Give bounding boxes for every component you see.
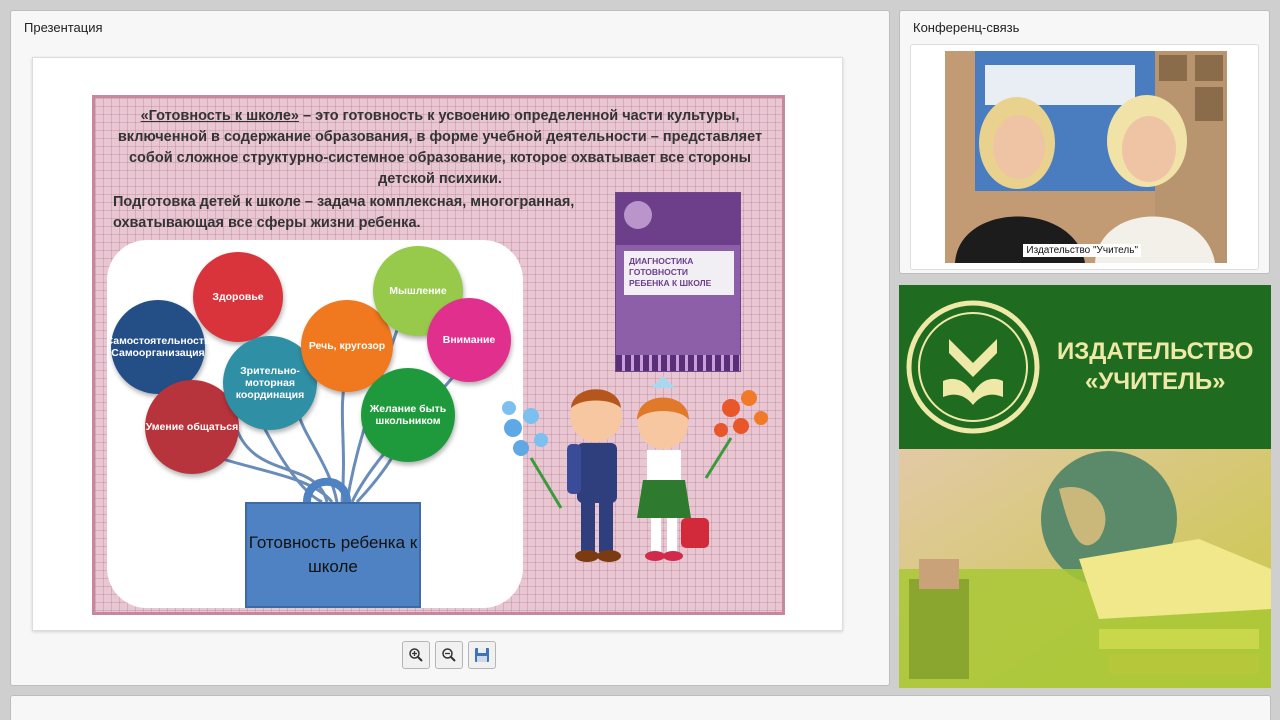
video-scene (945, 51, 1227, 263)
definition-term: «Готовность к школе» (140, 108, 299, 124)
bubble-diagram: Здоровье Самостоятельность Самоорганизац… (107, 240, 523, 608)
save-button[interactable] (468, 641, 496, 669)
globe-books-image (899, 449, 1271, 688)
webcam-video[interactable]: Издательство "Учитель" (945, 51, 1227, 263)
video-caption: Издательство "Учитель" (1023, 244, 1141, 257)
presentation-panel: Презентация «Готовность к школе» – это г… (10, 10, 890, 686)
publisher-name-line1: ИЗДАТЕЛЬСТВО (1057, 338, 1254, 365)
zoom-in-icon (409, 648, 423, 662)
zoom-in-button[interactable] (402, 641, 430, 669)
girl-figure (637, 376, 709, 561)
flowers-left-icon (502, 401, 563, 509)
slide-viewport[interactable]: «Готовность к школе» – это готовность к … (32, 57, 843, 631)
presentation-panel-title: Презентация (24, 20, 103, 35)
readiness-box: Готовность ребенка к школе (245, 502, 421, 608)
video-frame: Издательство "Учитель" (910, 44, 1259, 270)
conference-panel: Конференц-связь Издательство "Учитель" (899, 10, 1270, 274)
publisher-banner: ИЗДАТЕЛЬСТВО «УЧИТЕЛЬ» (899, 285, 1271, 688)
flowers-right-icon (704, 390, 768, 479)
definition-text: «Готовность к школе» – это готовность к … (101, 106, 779, 190)
publisher-name: ИЗДАТЕЛЬСТВО «УЧИТЕЛЬ» (1057, 337, 1253, 397)
bubble-health: Здоровье (193, 252, 283, 342)
bottom-panel (10, 695, 1271, 720)
publisher-logo-icon (906, 300, 1040, 434)
boy-figure (567, 389, 622, 562)
school-children-illustration (502, 376, 768, 562)
book-logo-icon (624, 201, 652, 229)
book-cover-image: ДИАГНОСТИКА ГОТОВНОСТИ РЕБЕНКА К ШКОЛЕ (615, 192, 741, 372)
publisher-name-line2: «УЧИТЕЛЬ» (1084, 368, 1226, 395)
publisher-banner-header: ИЗДАТЕЛЬСТВО «УЧИТЕЛЬ» (899, 285, 1271, 449)
save-icon (475, 648, 489, 662)
slide: «Готовность к школе» – это готовность к … (92, 95, 785, 615)
book-title: ДИАГНОСТИКА ГОТОВНОСТИ РЕБЕНКА К ШКОЛЕ (624, 251, 734, 295)
zoom-out-button[interactable] (435, 641, 463, 669)
preparation-text: Подготовка детей к школе – задача компле… (113, 194, 575, 231)
bubble-desire: Желание быть школьником (361, 368, 455, 462)
conference-panel-title: Конференц-связь (913, 20, 1020, 35)
zoom-out-icon (442, 648, 456, 662)
